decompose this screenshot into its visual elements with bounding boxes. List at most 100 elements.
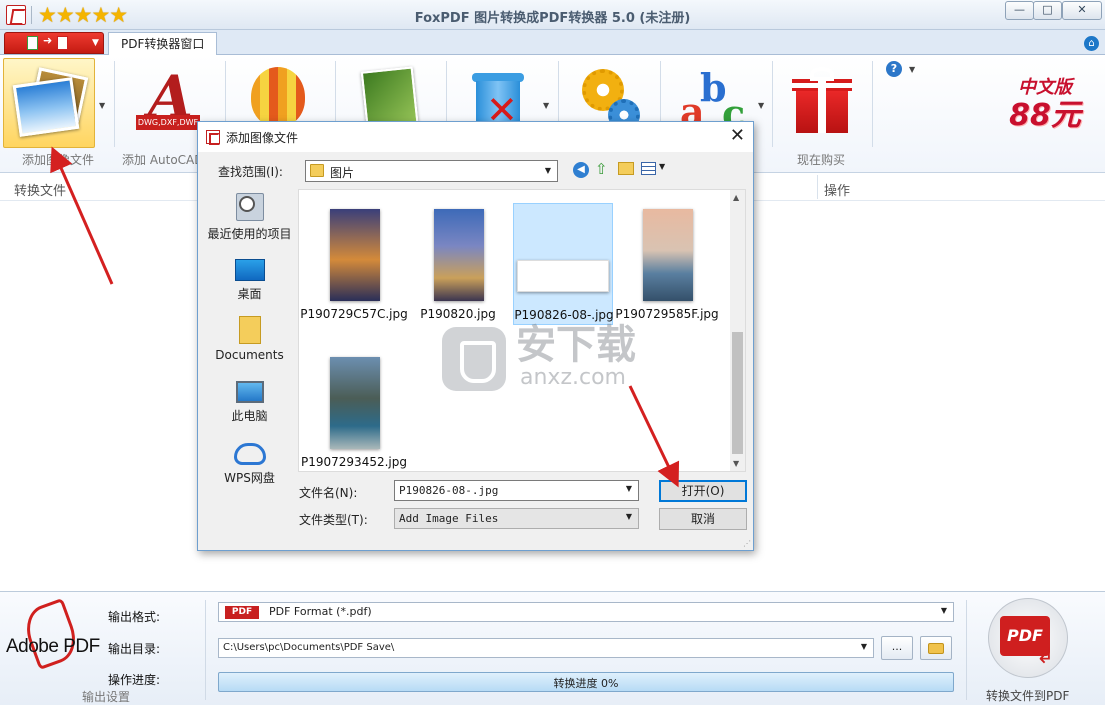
output-settings-panel: Adobe PDF 输出格式: 输出目录: 操作进度: 输出设置 PDF PDF…: [0, 591, 1105, 705]
cancel-button[interactable]: 取消: [659, 508, 747, 530]
buy-now-button[interactable]: [776, 58, 868, 148]
title-bar: ★★★★★ FoxPDF 图片转换成PDF转换器 5.0 (未注册) — □ ✕: [0, 0, 1105, 30]
view-dropdown-arrow[interactable]: ▼: [659, 162, 665, 171]
minimize-button[interactable]: —: [1005, 1, 1034, 20]
output-dir-value: C:\Users\pc\Documents\PDF Save\: [223, 642, 395, 653]
up-folder-icon[interactable]: ⇧: [595, 162, 611, 178]
convert-to-pdf-button[interactable]: PDF ↲: [988, 598, 1068, 678]
scroll-down-icon[interactable]: ▼: [733, 459, 739, 468]
file-name: P190820.jpg: [420, 307, 496, 321]
place-wps-cloud[interactable]: WPS网盘: [202, 443, 297, 486]
file-item[interactable]: P190729C57C.jpg: [300, 203, 408, 325]
place-desktop[interactable]: 桌面: [202, 259, 297, 302]
look-in-label: 查找范围(I):: [218, 165, 283, 179]
file-list-scrollbar[interactable]: ▲ ▼: [730, 190, 745, 471]
dialog-app-icon: [206, 130, 220, 145]
output-dir-field[interactable]: C:\Users\pc\Documents\PDF Save\ ▼: [218, 638, 874, 658]
app-menu-button[interactable]: ➜ ▼: [4, 32, 104, 54]
browse-button[interactable]: ...: [881, 636, 913, 660]
progress-text: 转换进度 0%: [553, 677, 619, 690]
convert-files-header: 转换文件: [14, 184, 67, 199]
output-settings-group-label: 输出设置: [82, 690, 131, 704]
window-title: FoxPDF 图片转换成PDF转换器 5.0 (未注册): [414, 11, 691, 26]
desktop-icon: [234, 259, 265, 281]
buy-now-label: 现在购买: [797, 153, 846, 167]
view-menu-icon[interactable]: [641, 162, 656, 175]
autocad-icon: A DWG,DXF,DWF: [136, 63, 200, 131]
output-format-value: PDF Format (*.pdf): [269, 605, 372, 618]
place-documents[interactable]: Documents: [202, 316, 297, 362]
image-thumbnail: [517, 260, 609, 292]
chevron-down-icon: ▼: [544, 166, 551, 175]
chevron-down-icon: ▼: [92, 38, 99, 48]
output-dir-label: 输出目录:: [108, 642, 161, 656]
open-button[interactable]: 打开(O): [659, 480, 747, 502]
file-item[interactable]: P1907293452.jpg: [301, 351, 407, 473]
header-divider: [817, 175, 818, 199]
open-folder-button[interactable]: [920, 636, 952, 660]
help-icon[interactable]: ?: [886, 61, 902, 77]
file-item-selected[interactable]: P190826-08-.jpg: [513, 203, 614, 325]
new-folder-icon[interactable]: [618, 162, 634, 175]
tab-pdf-converter[interactable]: PDF转换器窗口: [108, 32, 218, 56]
add-doc-icon: [27, 36, 38, 50]
dialog-close-icon[interactable]: ✕: [730, 125, 745, 146]
folder-icon: [310, 164, 324, 177]
place-label: 桌面: [237, 287, 262, 301]
convert-to-pdf-label: 转换文件到PDF: [986, 689, 1070, 703]
help-dropdown-arrow[interactable]: ▼: [909, 65, 915, 74]
add-image-files-label: 添加图像文件: [22, 153, 95, 167]
back-icon[interactable]: ◀: [573, 162, 589, 178]
image-thumbnail: [643, 209, 693, 301]
image-thumbnail: [330, 209, 380, 301]
add-image-files-button[interactable]: [3, 58, 95, 148]
filename-input[interactable]: P190826-08-.jpg ▼: [394, 480, 639, 501]
place-this-pc[interactable]: 此电脑: [202, 381, 297, 424]
look-in-select[interactable]: 图片 ▼: [305, 160, 558, 182]
watermark: 安下载 anxz.com: [442, 323, 662, 393]
output-format-select[interactable]: PDF PDF Format (*.pdf) ▼: [218, 602, 954, 622]
scroll-up-icon[interactable]: ▲: [733, 193, 739, 202]
photos-icon: [12, 67, 89, 139]
output-format-label: 输出格式:: [108, 610, 161, 624]
language-dropdown-arrow[interactable]: ▼: [758, 101, 764, 110]
place-recent[interactable]: 最近使用的项目: [202, 193, 297, 242]
autocad-format-tag: DWG,DXF,DWF: [136, 115, 200, 130]
file-name: P190729585F.jpg: [615, 307, 719, 321]
place-label: 最近使用的项目: [207, 227, 292, 241]
add-image-dropdown-arrow[interactable]: ▼: [99, 101, 105, 110]
chevron-down-icon: ▼: [940, 606, 947, 615]
image-thumbnail: [434, 209, 484, 301]
filetype-select[interactable]: Add Image Files ▼: [394, 508, 639, 529]
close-window-button[interactable]: ✕: [1062, 1, 1102, 20]
home-icon[interactable]: ⌂: [1084, 36, 1099, 51]
adobe-logo-text: Adobe PDF: [6, 636, 100, 657]
filetype-value: Add Image Files: [399, 512, 499, 525]
remove-files-dropdown-arrow[interactable]: ▼: [543, 101, 549, 110]
place-label: WPS网盘: [224, 471, 275, 485]
chevron-down-icon: ▼: [860, 642, 867, 651]
chevron-down-icon: ▼: [625, 512, 632, 521]
file-name: P190826-08-.jpg: [514, 308, 614, 322]
file-item[interactable]: P190729585F.jpg: [615, 203, 719, 325]
filename-value: P190826-08-.jpg: [399, 484, 499, 497]
places-bar: 最近使用的项目 桌面 Documents 此电脑 WPS网盘: [202, 189, 297, 485]
look-in-value: 图片: [330, 166, 355, 180]
dialog-title-bar: 添加图像文件 ✕: [198, 122, 753, 152]
promo-line1: 中文版: [1018, 77, 1072, 98]
shield-icon: [442, 327, 506, 391]
documents-folder-icon: [238, 316, 261, 344]
place-label: 此电脑: [231, 409, 268, 423]
file-name: P1907293452.jpg: [301, 455, 407, 469]
file-item[interactable]: P190820.jpg: [408, 203, 508, 325]
resize-grip-icon[interactable]: ⋰: [743, 539, 751, 548]
filename-label: 文件名(N):: [299, 486, 358, 500]
maximize-button[interactable]: □: [1033, 1, 1062, 20]
adobe-pdf-logo: Adobe PDF: [6, 597, 100, 680]
actions-header: 操作: [824, 184, 851, 199]
watermark-cn: 安下载: [516, 322, 636, 368]
scrollbar-thumb[interactable]: [732, 332, 743, 454]
curved-arrow-icon: ↲: [1036, 644, 1055, 669]
promo-badge[interactable]: 中文版 88元: [995, 77, 1095, 139]
gift-icon: [792, 65, 852, 137]
